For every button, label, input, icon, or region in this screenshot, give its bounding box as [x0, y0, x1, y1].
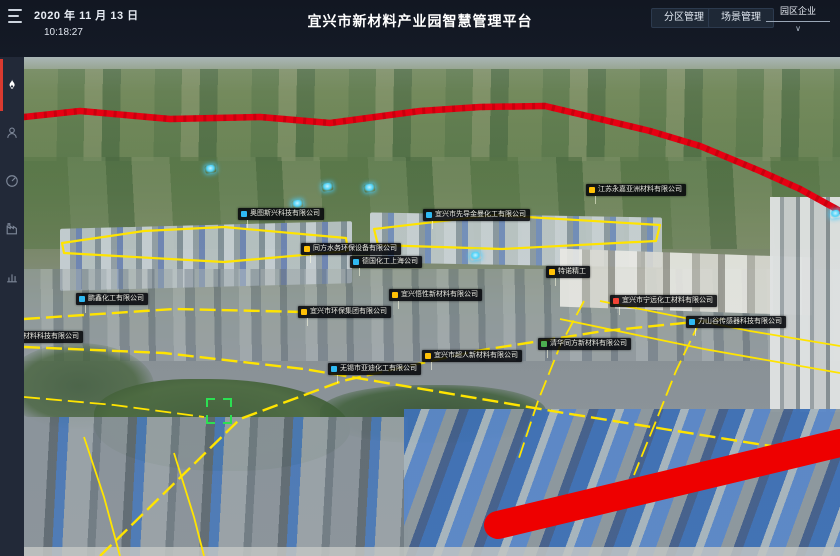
sidebar-item-monitor[interactable]	[0, 123, 24, 143]
company-marker-label: 力山谷传感器科技有限公司	[698, 316, 782, 328]
company-marker-label: 宜兴悟性新材料有限公司	[401, 289, 478, 301]
company-marker[interactable]: 德国化工上海公司	[350, 256, 422, 268]
sidebar-item-factory[interactable]	[0, 219, 24, 239]
company-marker-layer: 奥图斯兴科技有限公司 宜兴市先导金曼化工有限公司同方水务环保设备有限公司德国化工上…	[24, 57, 840, 556]
company-marker[interactable]: 清华同方新材料有限公司	[538, 338, 631, 350]
company-marker[interactable]: 宜兴市先导金曼化工有限公司	[423, 209, 530, 221]
company-marker[interactable]: 宜兴市环保集团有限公司	[298, 306, 391, 318]
user-icon	[5, 126, 19, 140]
company-marker-icon	[304, 246, 310, 252]
scene-management-button[interactable]: 场景管理	[708, 8, 774, 28]
company-marker-icon	[331, 366, 337, 372]
company-marker-icon	[353, 259, 359, 265]
company-marker-label: 清华同方新材料有限公司	[550, 338, 627, 350]
company-marker-label: 特诺精工	[558, 266, 586, 278]
gauge-icon	[5, 174, 19, 188]
company-marker-label: 同方水务环保设备有限公司	[313, 243, 397, 255]
company-marker-label: 奥图斯兴科技有限公司	[250, 208, 320, 220]
company-marker-icon	[541, 341, 547, 347]
company-marker-icon	[613, 298, 619, 304]
company-marker-icon	[241, 211, 247, 217]
sidebar-item-gauge[interactable]	[0, 171, 24, 191]
company-marker-icon	[549, 269, 555, 275]
company-marker-label: 无锡市亚迪化工有限公司	[340, 363, 417, 375]
left-toolbar	[0, 57, 24, 556]
bar-chart-icon	[5, 270, 19, 284]
company-marker[interactable]: 力山谷传感器科技有限公司	[686, 316, 786, 328]
company-marker-icon	[301, 309, 307, 315]
company-marker[interactable]: 鹏鑫化工有限公司	[76, 293, 148, 305]
selection-brackets	[206, 398, 232, 424]
flame-icon	[5, 78, 19, 92]
sidebar-item-fire[interactable]	[0, 75, 24, 95]
company-marker[interactable]: 宜兴市超人新材料有限公司	[422, 350, 522, 362]
company-marker-icon	[589, 187, 595, 193]
company-marker-icon	[425, 353, 431, 359]
park-enterprise-label: 园区企业	[766, 4, 830, 22]
factory-icon	[5, 222, 19, 236]
company-marker[interactable]: 同方水务环保设备有限公司	[301, 243, 401, 255]
chevron-down-icon: ∨	[766, 24, 830, 33]
company-marker[interactable]: 无锡市亚迪化工有限公司	[328, 363, 421, 375]
company-marker-label: 江苏永嘉亚洲材料有限公司	[598, 184, 682, 196]
company-marker[interactable]: 特诺精工	[546, 266, 590, 278]
header-bar: 2020 年 11 月 13 日 10:18:27 宜兴市新材料产业园智慧管理平…	[0, 0, 840, 57]
sidebar-item-stats[interactable]	[0, 267, 24, 287]
company-marker-label: 宜兴市先导金曼化工有限公司	[435, 209, 526, 221]
company-marker-icon	[689, 319, 695, 325]
company-marker-icon	[79, 296, 85, 302]
company-marker[interactable]: 江苏永嘉亚洲材料有限公司	[586, 184, 686, 196]
company-marker-icon	[426, 212, 432, 218]
company-marker-label: 鹏鑫化工有限公司	[88, 293, 144, 305]
company-marker-label: 新顺新材料科技有限公司	[24, 331, 79, 343]
company-marker[interactable]: 宜兴市宁远化工材料有限公司	[610, 295, 717, 307]
map-3d-viewport[interactable]: 奥图斯兴科技有限公司 宜兴市先导金曼化工有限公司同方水务环保设备有限公司德国化工上…	[24, 57, 840, 556]
company-marker[interactable]: 新顺新材料科技有限公司	[24, 331, 83, 343]
company-marker-icon	[392, 292, 398, 298]
company-marker-label: 德国化工上海公司	[362, 256, 418, 268]
company-marker[interactable]: 宜兴悟性新材料有限公司	[389, 289, 482, 301]
company-marker-label: 宜兴市超人新材料有限公司	[434, 350, 518, 362]
company-marker-label: 宜兴市宁远化工材料有限公司	[622, 295, 713, 307]
company-marker-label: 宜兴市环保集团有限公司	[310, 306, 387, 318]
company-marker[interactable]: 奥图斯兴科技有限公司	[238, 208, 324, 220]
park-enterprise-dropdown[interactable]: 园区企业 ∨	[766, 4, 830, 33]
